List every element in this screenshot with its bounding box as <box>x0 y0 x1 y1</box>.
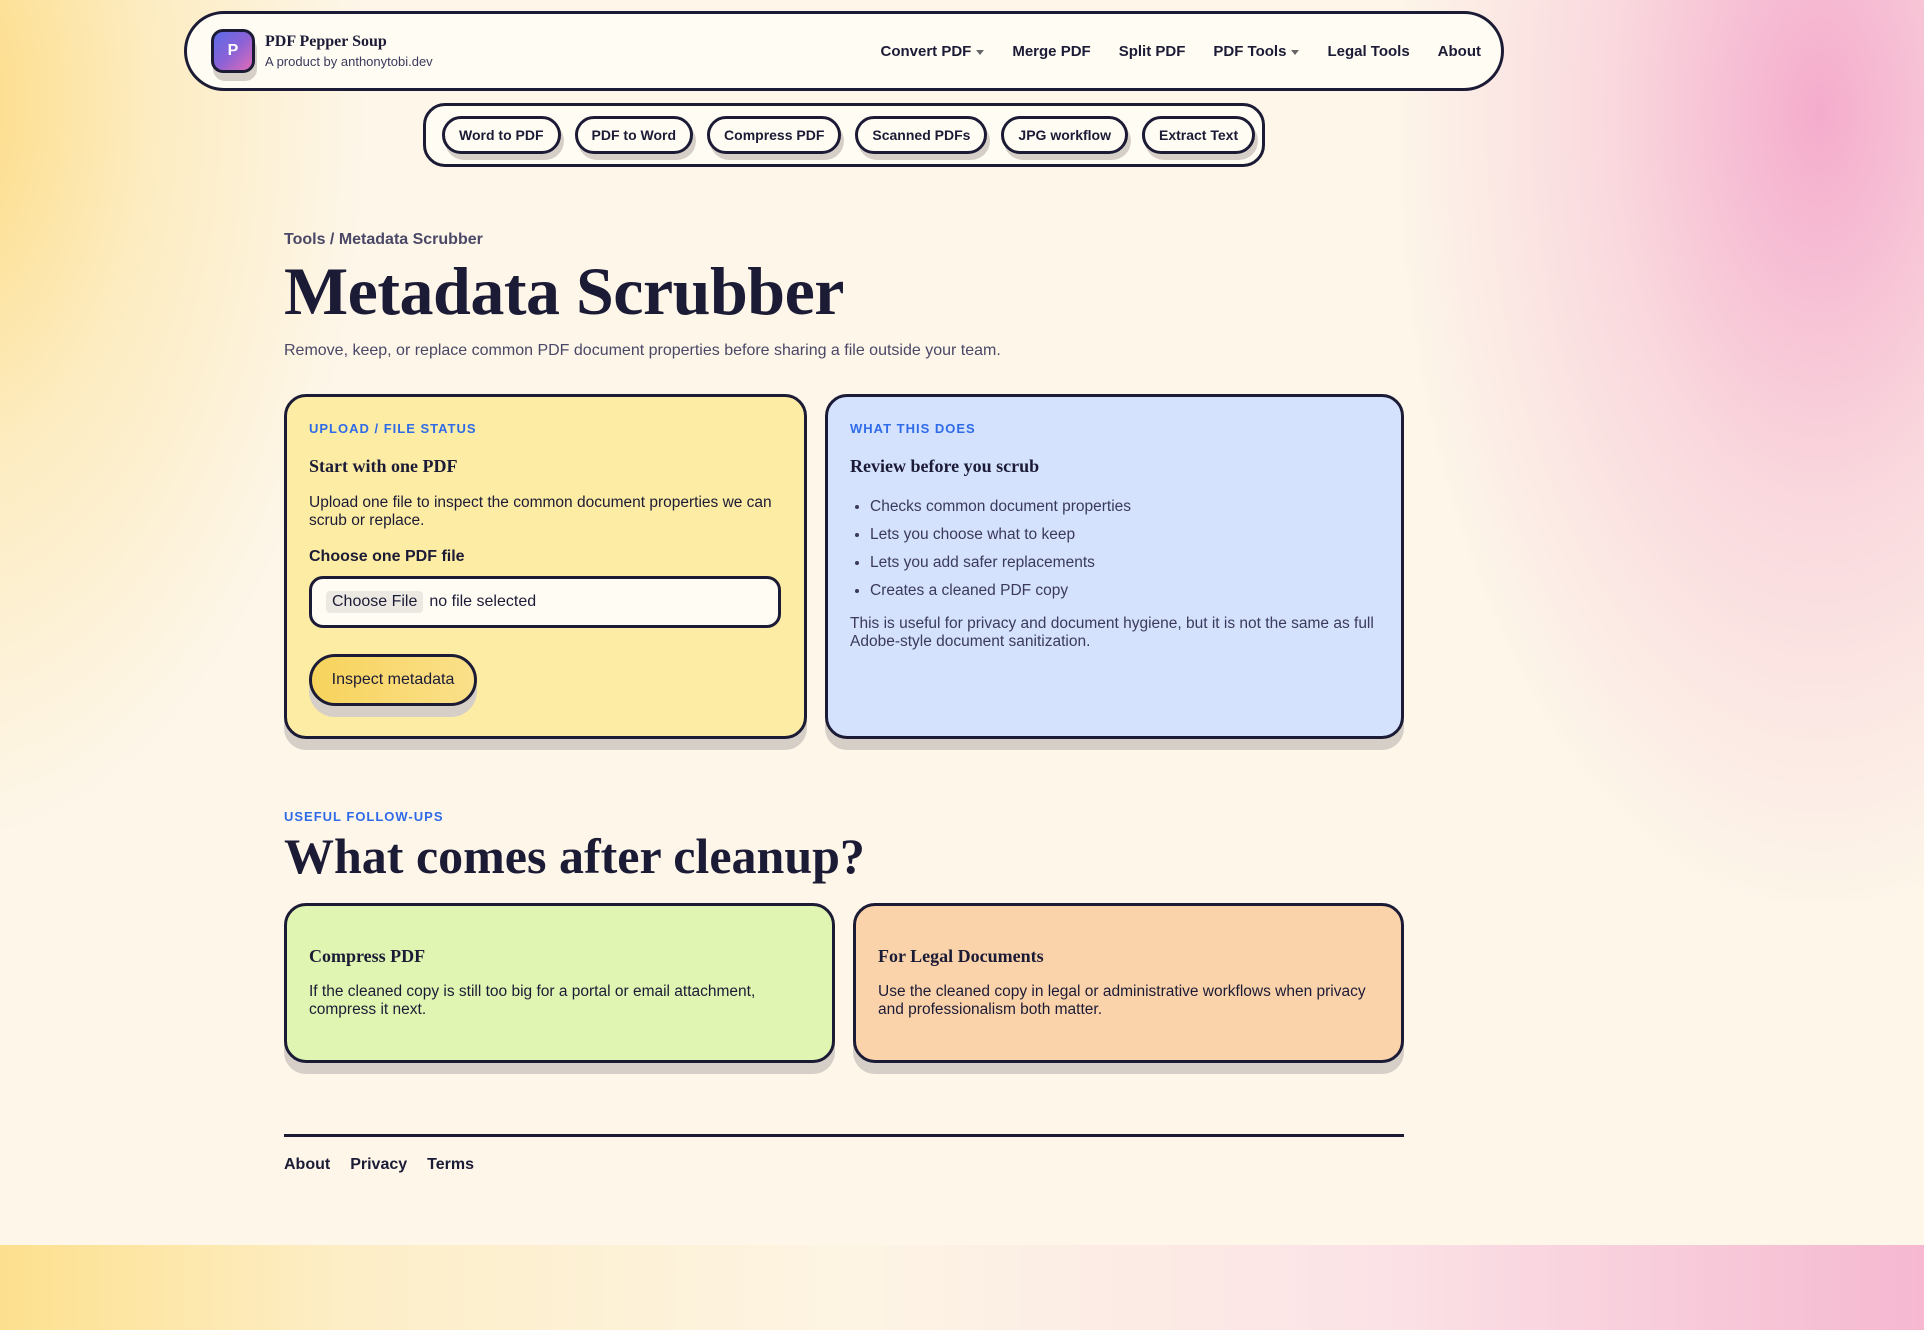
nav-pdf-tools[interactable]: PDF Tools <box>1213 42 1300 60</box>
nav-label: About <box>1437 42 1481 60</box>
caret-down-icon <box>1291 49 1300 55</box>
nav-legal-tools[interactable]: Legal Tools <box>1327 43 1409 60</box>
tool-shortcuts: Word to PDF PDF to Word Compress PDF Sca… <box>423 103 1265 167</box>
info-eyebrow: WHAT THIS DOES <box>850 421 976 436</box>
file-field-label: Choose one PDF file <box>309 548 465 565</box>
pill-scanned-pdfs[interactable]: Scanned PDFs <box>855 116 988 154</box>
nav-split-pdf[interactable]: Split PDF <box>1119 43 1186 60</box>
nav-label: Split PDF <box>1118 42 1186 60</box>
legal-card-body: Use the cleaned copy in legal or adminis… <box>878 983 1366 1018</box>
nav-label: Legal Tools <box>1327 42 1410 60</box>
list-item: Creates a cleaned PDF copy <box>870 577 1379 605</box>
followups-heading: What comes after cleanup? <box>284 828 865 884</box>
pdf-file-input[interactable]: Choose File no file selected <box>309 576 781 628</box>
nav-label: PDF Tools <box>1213 42 1287 60</box>
pill-pdf-to-word[interactable]: PDF to Word <box>574 116 694 154</box>
choose-file-button[interactable]: Choose File <box>326 591 424 613</box>
brand-logo[interactable]: P <box>211 29 257 81</box>
compress-card-body: If the cleaned copy is still too big for… <box>309 983 756 1018</box>
logo-icon: P <box>211 29 255 73</box>
file-status: no file selected <box>429 593 537 610</box>
followups-eyebrow: USEFUL FOLLOW-UPS <box>284 809 444 824</box>
site-header: P PDF Pepper Soup A product by anthonyto… <box>184 11 1504 91</box>
nav-label: Merge PDF <box>1012 42 1091 60</box>
legal-documents-card[interactable]: For Legal Documents Use the cleaned copy… <box>853 903 1404 1063</box>
brand[interactable]: PDF Pepper Soup A product by anthonytobi… <box>265 33 433 69</box>
pill-jpg-workflow[interactable]: JPG workflow <box>1001 116 1128 154</box>
page: P PDF Pepper Soup A product by anthonyto… <box>0 0 1924 1330</box>
page-subtitle: Remove, keep, or replace common PDF docu… <box>284 342 1001 359</box>
info-heading: Review before you scrub <box>850 456 1040 476</box>
feature-list: Checks common document properties Lets y… <box>870 493 1379 605</box>
pill-extract-text[interactable]: Extract Text <box>1142 116 1256 154</box>
caret-down-icon <box>976 49 985 55</box>
compress-pdf-card[interactable]: Compress PDF If the cleaned copy is stil… <box>284 903 835 1063</box>
upload-heading: Start with one PDF <box>309 456 458 476</box>
legal-card-title: For Legal Documents <box>878 946 1044 966</box>
compress-card-title: Compress PDF <box>309 946 426 966</box>
upload-eyebrow: UPLOAD / FILE STATUS <box>309 421 477 436</box>
upload-card: UPLOAD / FILE STATUS Start with one PDF … <box>284 394 807 739</box>
nav-merge-pdf[interactable]: Merge PDF <box>1012 43 1090 60</box>
list-item: Lets you choose what to keep <box>870 521 1379 549</box>
footer-link-about[interactable]: About <box>284 1156 330 1174</box>
page-title: Metadata Scrubber <box>284 253 844 329</box>
info-note: This is useful for privacy and document … <box>850 615 1374 650</box>
brand-title: PDF Pepper Soup <box>265 33 387 50</box>
list-item: Lets you add safer replacements <box>870 549 1379 577</box>
footer-link-terms[interactable]: Terms <box>427 1156 474 1174</box>
footer-link-privacy[interactable]: Privacy <box>350 1156 407 1174</box>
main-nav: Convert PDF Merge PDF Split PDF PDF Tool… <box>881 43 1482 60</box>
nav-label: Convert PDF <box>880 42 972 60</box>
pill-compress-pdf[interactable]: Compress PDF <box>707 116 842 154</box>
upload-description: Upload one file to inspect the common do… <box>309 494 772 529</box>
inspect-metadata-button[interactable]: Inspect metadata <box>309 654 477 706</box>
footer-divider <box>284 1134 1404 1137</box>
list-item: Checks common document properties <box>870 493 1379 521</box>
brand-subtitle: A product by anthonytobi.dev <box>265 54 433 69</box>
site-footer: About Privacy Terms <box>284 1156 474 1174</box>
info-card: WHAT THIS DOES Review before you scrub C… <box>825 394 1404 739</box>
pill-word-to-pdf[interactable]: Word to PDF <box>442 116 561 154</box>
nav-convert-pdf[interactable]: Convert PDF <box>881 43 985 60</box>
breadcrumb: Tools / Metadata Scrubber <box>284 231 483 248</box>
nav-about[interactable]: About <box>1438 43 1481 60</box>
